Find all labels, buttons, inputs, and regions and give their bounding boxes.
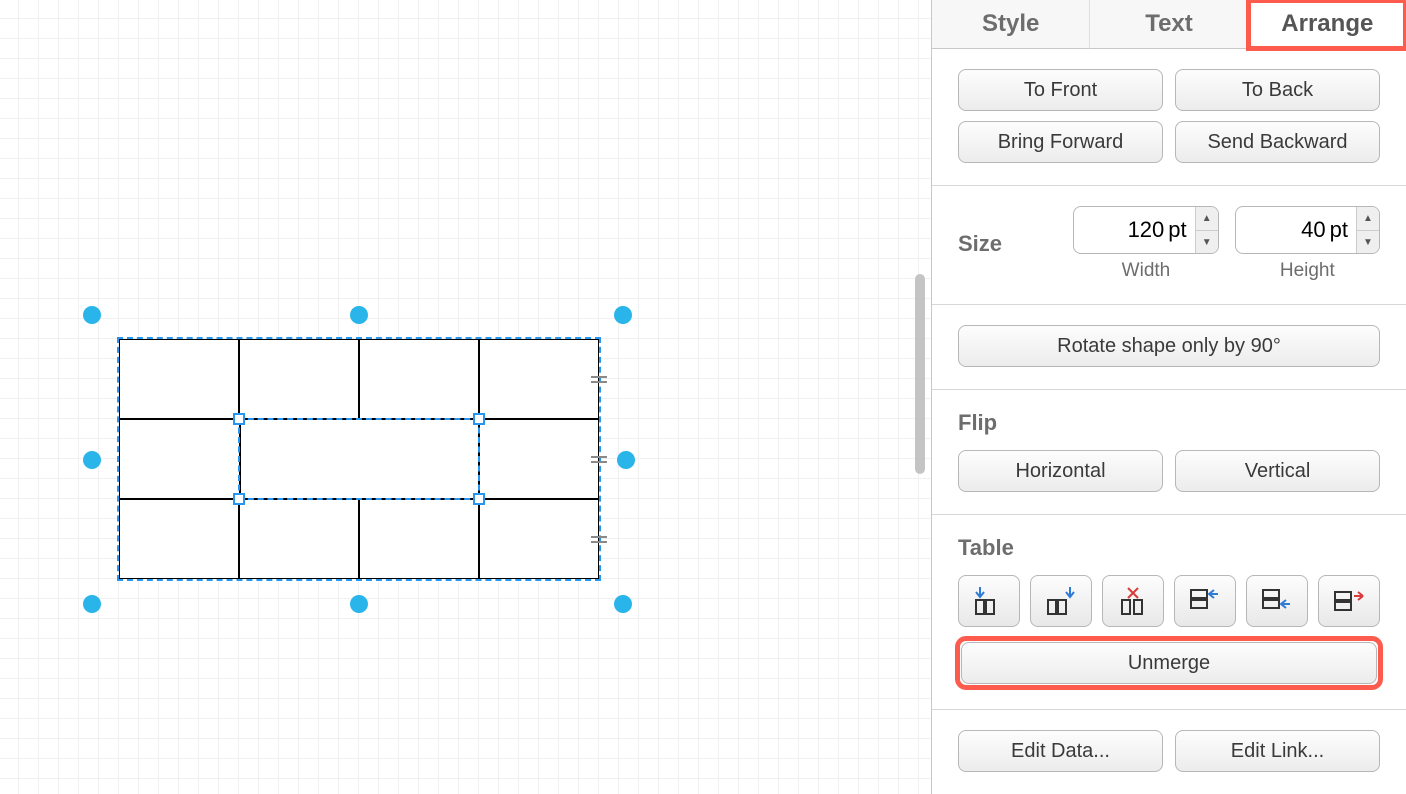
height-unit: pt xyxy=(1328,217,1356,243)
zorder-section: To Front To Back Bring Forward Send Back… xyxy=(932,49,1406,186)
width-unit: pt xyxy=(1166,217,1194,243)
row-resize-handle[interactable] xyxy=(591,375,607,384)
width-field[interactable]: pt ▲ ▼ xyxy=(1073,206,1218,254)
flip-horizontal-button[interactable]: Horizontal xyxy=(958,450,1163,492)
canvas[interactable] xyxy=(0,0,931,794)
delete-row-icon xyxy=(1332,584,1366,618)
table-label: Table xyxy=(958,535,1380,561)
selection-handle-nw[interactable] xyxy=(83,306,101,324)
height-sublabel: Height xyxy=(1280,260,1335,282)
insert-column-left-button[interactable] xyxy=(958,575,1020,627)
width-input[interactable] xyxy=(1074,217,1166,243)
edit-link-button[interactable]: Edit Link... xyxy=(1175,730,1380,772)
cell-handle-ne[interactable] xyxy=(473,413,485,425)
row-resize-handle[interactable] xyxy=(591,535,607,544)
edit-data-button[interactable]: Edit Data... xyxy=(958,730,1163,772)
delete-column-icon xyxy=(1116,584,1150,618)
unmerge-highlight: Unmerge xyxy=(958,639,1380,687)
scrollbar-thumb[interactable] xyxy=(915,274,925,474)
delete-row-button[interactable] xyxy=(1318,575,1380,627)
insert-row-below-button[interactable] xyxy=(1246,575,1308,627)
height-step-up[interactable]: ▲ xyxy=(1357,206,1379,230)
send-backward-button[interactable]: Send Backward xyxy=(1175,121,1380,163)
insert-column-right-icon xyxy=(1044,584,1078,618)
height-field[interactable]: pt ▲ ▼ xyxy=(1235,206,1380,254)
cell-handle-se[interactable] xyxy=(473,493,485,505)
selection-handle-e[interactable] xyxy=(617,451,635,469)
selection-handle-n[interactable] xyxy=(350,306,368,324)
size-section: Size pt ▲ ▼ Width pt xyxy=(932,186,1406,305)
flip-label: Flip xyxy=(958,410,1380,436)
table-object[interactable] xyxy=(119,339,599,579)
tab-arrange[interactable]: Arrange xyxy=(1248,0,1406,49)
width-step-down[interactable]: ▼ xyxy=(1196,230,1218,254)
insert-row-below-icon xyxy=(1260,584,1294,618)
cell-handle-nw[interactable] xyxy=(233,413,245,425)
edit-section: Edit Data... Edit Link... xyxy=(932,710,1406,794)
selection-handle-sw[interactable] xyxy=(83,595,101,613)
selection-outline-inner xyxy=(238,418,480,500)
format-panel: Style Text Arrange To Front To Back Brin… xyxy=(931,0,1406,794)
insert-column-right-button[interactable] xyxy=(1030,575,1092,627)
rotate-90-button[interactable]: Rotate shape only by 90° xyxy=(958,325,1380,367)
flip-section: Flip Horizontal Vertical xyxy=(932,390,1406,515)
tab-text[interactable]: Text xyxy=(1089,0,1247,49)
cell-handle-sw[interactable] xyxy=(233,493,245,505)
height-input[interactable] xyxy=(1236,217,1328,243)
rotate-section: Rotate shape only by 90° xyxy=(932,305,1406,390)
scrollbar-vertical[interactable] xyxy=(915,0,925,794)
width-sublabel: Width xyxy=(1122,260,1171,282)
size-label: Size xyxy=(958,231,1057,257)
insert-row-above-button[interactable] xyxy=(1174,575,1236,627)
table-section: Table xyxy=(932,515,1406,710)
row-resize-handle[interactable] xyxy=(591,455,607,464)
width-step-up[interactable]: ▲ xyxy=(1196,206,1218,230)
selection-handle-w[interactable] xyxy=(83,451,101,469)
insert-row-above-icon xyxy=(1188,584,1222,618)
panel-tabs: Style Text Arrange xyxy=(932,0,1406,49)
selection-handle-se[interactable] xyxy=(614,595,632,613)
delete-column-button[interactable] xyxy=(1102,575,1164,627)
to-front-button[interactable]: To Front xyxy=(958,69,1163,111)
height-step-down[interactable]: ▼ xyxy=(1357,230,1379,254)
tab-style[interactable]: Style xyxy=(932,0,1089,49)
selection-handle-s[interactable] xyxy=(350,595,368,613)
insert-column-left-icon xyxy=(972,584,1006,618)
bring-forward-button[interactable]: Bring Forward xyxy=(958,121,1163,163)
unmerge-button[interactable]: Unmerge xyxy=(961,642,1377,684)
to-back-button[interactable]: To Back xyxy=(1175,69,1380,111)
selection-handle-ne[interactable] xyxy=(614,306,632,324)
flip-vertical-button[interactable]: Vertical xyxy=(1175,450,1380,492)
